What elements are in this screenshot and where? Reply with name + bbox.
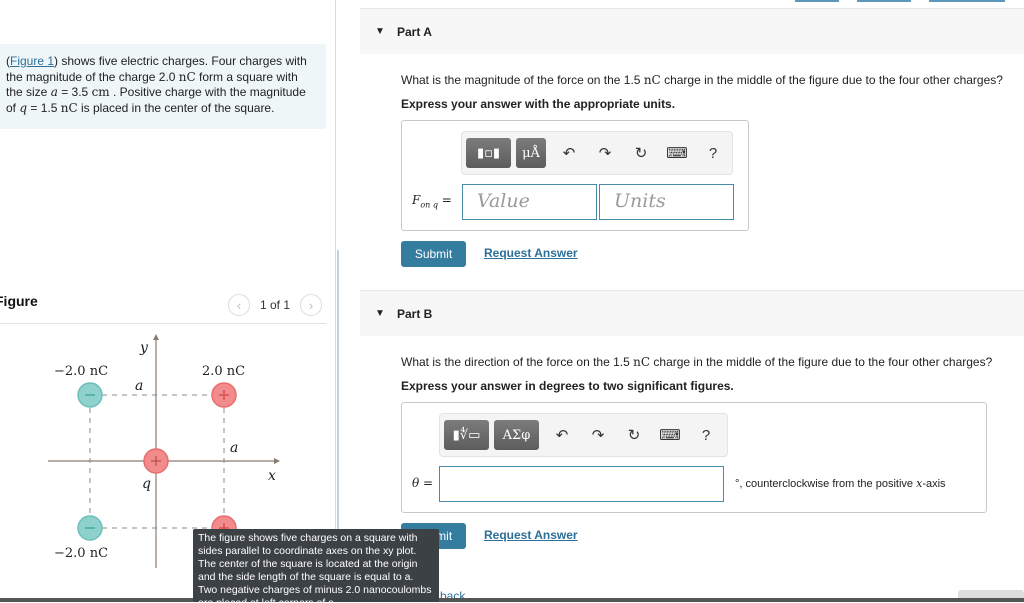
undo-icon[interactable]: ↶ [544,426,580,444]
charge-top-right [211,382,237,408]
reset-icon[interactable]: ↻ [616,426,652,444]
charge-center [143,448,169,474]
part-b-title: Part B [397,306,433,321]
y-axis-arrow [153,334,159,340]
label-y-axis: y [139,340,149,356]
units-icon: μÅ [522,145,540,161]
templates-icon: ▮∜▭ [452,427,481,443]
help-icon[interactable]: ? [688,427,724,444]
charge-top-left [77,382,103,408]
redo-icon[interactable]: ↷ [587,144,623,162]
bottom-bar [0,598,1024,602]
label-side-right: a [230,440,238,456]
keyboard-icon[interactable]: ⌨ [659,144,695,162]
units-input[interactable]: Units [599,184,734,220]
figure-link[interactable]: Figure 1 [10,54,54,68]
right-panel: ▼ Part A What is the magnitude of the fo… [340,0,1024,602]
symbols-icon: ΑΣφ [502,427,531,443]
part-b-header[interactable]: ▼ Part B [360,290,1024,336]
symbols-button[interactable]: ΑΣφ [494,420,539,450]
templates-button[interactable]: ▮▫▮ [466,138,511,168]
label-x-axis: x [268,468,276,484]
redo-icon[interactable]: ↷ [580,426,616,444]
problem-intro: (Figure 1) shows five electric charges. … [0,44,326,129]
part-a-toolbar: ▮▫▮ μÅ ↶ ↷ ↻ ⌨ ? [461,131,733,175]
undo-icon[interactable]: ↶ [551,144,587,162]
part-a-question: What is the magnitude of the force on th… [401,73,1003,87]
top-link-1[interactable] [795,0,839,2]
figure-pager: ‹ 1 of 1 › [228,294,323,316]
figure-title: Figure [0,293,38,309]
reset-icon[interactable]: ↻ [623,144,659,162]
label-top-right: 2.0 nC [202,364,245,379]
part-a-request-answer-link[interactable]: Request Answer [484,246,578,260]
panel-divider[interactable] [335,0,336,602]
pager-text: 1 of 1 [260,298,291,312]
part-b-instruction: Express your answer in degrees to two si… [401,379,734,393]
label-side-top: a [135,378,143,394]
collapse-triangle-icon[interactable]: ▼ [375,308,387,319]
part-b-question: What is the direction of the force on th… [401,355,993,369]
part-b-answer-box: ▮∜▭ ΑΣφ ↶ ↷ ↻ ⌨ ? θ = °, counterclockwis… [401,402,987,513]
top-link-2[interactable] [857,0,911,2]
angle-input[interactable] [439,466,724,502]
chevron-right-icon: › [308,297,314,313]
label-top-left: −2.0 nC [54,364,108,379]
help-icon[interactable]: ? [695,145,731,162]
top-link-3[interactable] [929,0,1005,2]
x-axis-arrow [274,458,280,464]
collapse-triangle-icon[interactable]: ▼ [375,26,387,37]
part-a-answer-box: ▮▫▮ μÅ ↶ ↷ ↻ ⌨ ? Fon q = Value Units [401,120,749,231]
figure-tooltip: The figure shows five charges on a squar… [193,529,439,602]
keyboard-icon[interactable]: ⌨ [652,426,688,444]
charge-bottom-left [77,515,103,541]
force-label: Fon q = [412,193,452,210]
templates-button[interactable]: ▮∜▭ [444,420,489,450]
units-button[interactable]: μÅ [516,138,546,168]
left-panel: (Figure 1) shows five electric charges. … [0,0,335,602]
angle-unit-text: °, counterclockwise from the positive x-… [735,477,946,490]
templates-icon: ▮▫▮ [476,145,501,161]
part-a-title: Part A [397,24,432,39]
part-b-request-answer-link[interactable]: Request Answer [484,528,578,542]
top-links [795,0,1005,2]
part-a-header[interactable]: ▼ Part A [360,8,1024,54]
next-figure-button[interactable]: › [300,294,323,316]
theta-label: θ = [412,476,434,490]
label-center-q: q [142,476,151,492]
chevron-left-icon: ‹ [236,297,242,313]
panel-scrollbar[interactable] [337,250,339,535]
label-bottom-left: −2.0 nC [54,546,108,561]
part-a-submit-button[interactable]: Submit [401,241,466,267]
part-a-instruction: Express your answer with the appropriate… [401,97,676,111]
value-input[interactable]: Value [462,184,597,220]
part-b-toolbar: ▮∜▭ ΑΣφ ↶ ↷ ↻ ⌨ ? [439,413,728,457]
figure-divider [0,323,326,324]
prev-figure-button[interactable]: ‹ [228,294,250,316]
